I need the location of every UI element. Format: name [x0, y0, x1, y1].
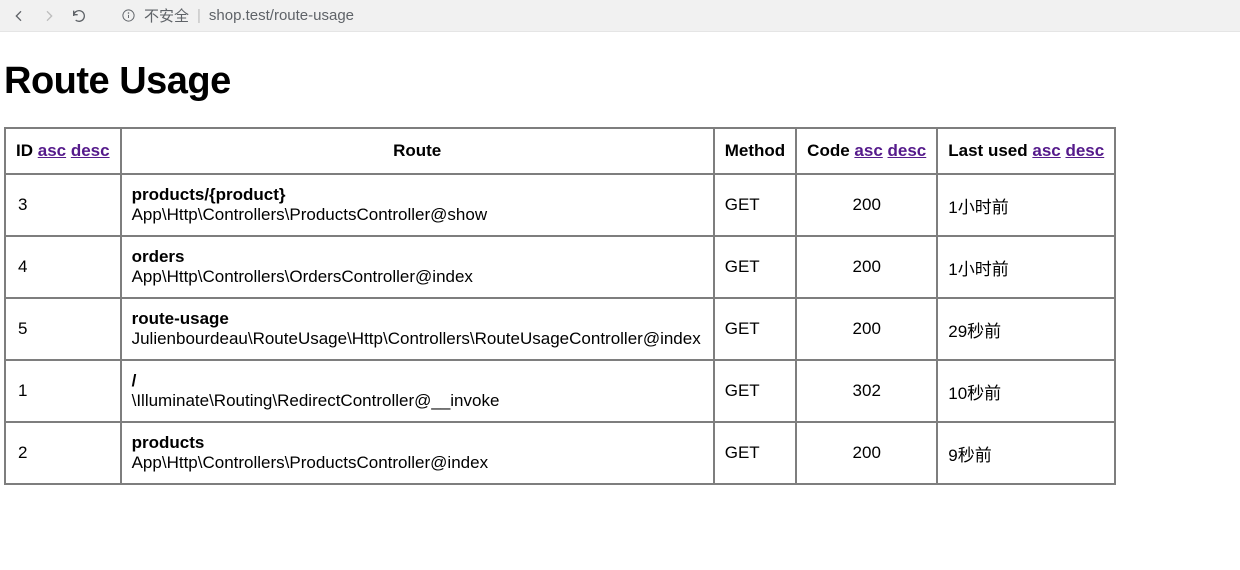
cell-lastused: 29秒前 — [937, 298, 1115, 360]
col-header-id-label: ID — [16, 141, 33, 160]
cell-method: GET — [714, 422, 796, 484]
cell-method: GET — [714, 298, 796, 360]
code-sort-asc-link[interactable]: asc — [854, 141, 882, 160]
cell-lastused: 1小时前 — [937, 236, 1115, 298]
route-action: App\Http\Controllers\ProductsController@… — [132, 205, 701, 225]
cell-id: 3 — [5, 174, 121, 236]
table-header-row: ID asc desc Route Method Code asc desc L… — [5, 128, 1115, 174]
route-action: App\Http\Controllers\OrdersController@in… — [132, 267, 701, 287]
cell-route: products App\Http\Controllers\ProductsCo… — [121, 422, 714, 484]
cell-code: 302 — [796, 360, 937, 422]
cell-lastused: 9秒前 — [937, 422, 1115, 484]
info-icon[interactable] — [120, 8, 136, 24]
cell-id: 2 — [5, 422, 121, 484]
cell-route: orders App\Http\Controllers\OrdersContro… — [121, 236, 714, 298]
cell-lastused: 1小时前 — [937, 174, 1115, 236]
cell-id: 1 — [5, 360, 121, 422]
col-header-code-label: Code — [807, 141, 850, 160]
route-action: Julienbourdeau\RouteUsage\Http\Controlle… — [132, 329, 701, 349]
back-icon[interactable] — [10, 7, 28, 25]
id-sort-desc-link[interactable]: desc — [71, 141, 110, 160]
route-path: products/{product} — [132, 185, 701, 205]
cell-route: products/{product} App\Http\Controllers\… — [121, 174, 714, 236]
col-header-method: Method — [714, 128, 796, 174]
table-body: 3 products/{product} App\Http\Controller… — [5, 174, 1115, 484]
col-header-code: Code asc desc — [796, 128, 937, 174]
col-header-lastused-label: Last used — [948, 141, 1027, 160]
table-row: 4 orders App\Http\Controllers\OrdersCont… — [5, 236, 1115, 298]
cell-code: 200 — [796, 422, 937, 484]
cell-method: GET — [714, 174, 796, 236]
code-sort-desc-link[interactable]: desc — [888, 141, 927, 160]
route-action: \Illuminate\Routing\RedirectController@_… — [132, 391, 701, 411]
page-title: Route Usage — [4, 60, 1240, 103]
route-path: products — [132, 433, 701, 453]
route-path: route-usage — [132, 309, 701, 329]
cell-code: 200 — [796, 174, 937, 236]
cell-route: / \Illuminate\Routing\RedirectController… — [121, 360, 714, 422]
page-content: Route Usage ID asc desc Route Method Cod… — [0, 32, 1240, 485]
col-header-lastused: Last used asc desc — [937, 128, 1115, 174]
lastused-sort-desc-link[interactable]: desc — [1065, 141, 1104, 160]
route-path: / — [132, 371, 701, 391]
forward-icon[interactable] — [40, 7, 58, 25]
cell-code: 200 — [796, 298, 937, 360]
url-divider: | — [197, 7, 201, 24]
cell-method: GET — [714, 236, 796, 298]
col-header-id: ID asc desc — [5, 128, 121, 174]
table-row: 3 products/{product} App\Http\Controller… — [5, 174, 1115, 236]
url-text: shop.test/route-usage — [209, 7, 354, 24]
route-path: orders — [132, 247, 701, 267]
browser-toolbar: 不安全 | shop.test/route-usage — [0, 0, 1240, 32]
cell-code: 200 — [796, 236, 937, 298]
route-usage-table: ID asc desc Route Method Code asc desc L… — [4, 127, 1116, 485]
reload-icon[interactable] — [70, 7, 88, 25]
cell-id: 5 — [5, 298, 121, 360]
lastused-sort-asc-link[interactable]: asc — [1032, 141, 1060, 160]
id-sort-asc-link[interactable]: asc — [38, 141, 66, 160]
route-action: App\Http\Controllers\ProductsController@… — [132, 453, 701, 473]
table-row: 2 products App\Http\Controllers\Products… — [5, 422, 1115, 484]
cell-route: route-usage Julienbourdeau\RouteUsage\Ht… — [121, 298, 714, 360]
cell-method: GET — [714, 360, 796, 422]
table-row: 5 route-usage Julienbourdeau\RouteUsage\… — [5, 298, 1115, 360]
cell-id: 4 — [5, 236, 121, 298]
address-bar[interactable]: 不安全 | shop.test/route-usage — [100, 5, 1230, 26]
table-row: 1 / \Illuminate\Routing\RedirectControll… — [5, 360, 1115, 422]
col-header-route: Route — [121, 128, 714, 174]
security-label: 不安全 — [144, 5, 189, 26]
cell-lastused: 10秒前 — [937, 360, 1115, 422]
